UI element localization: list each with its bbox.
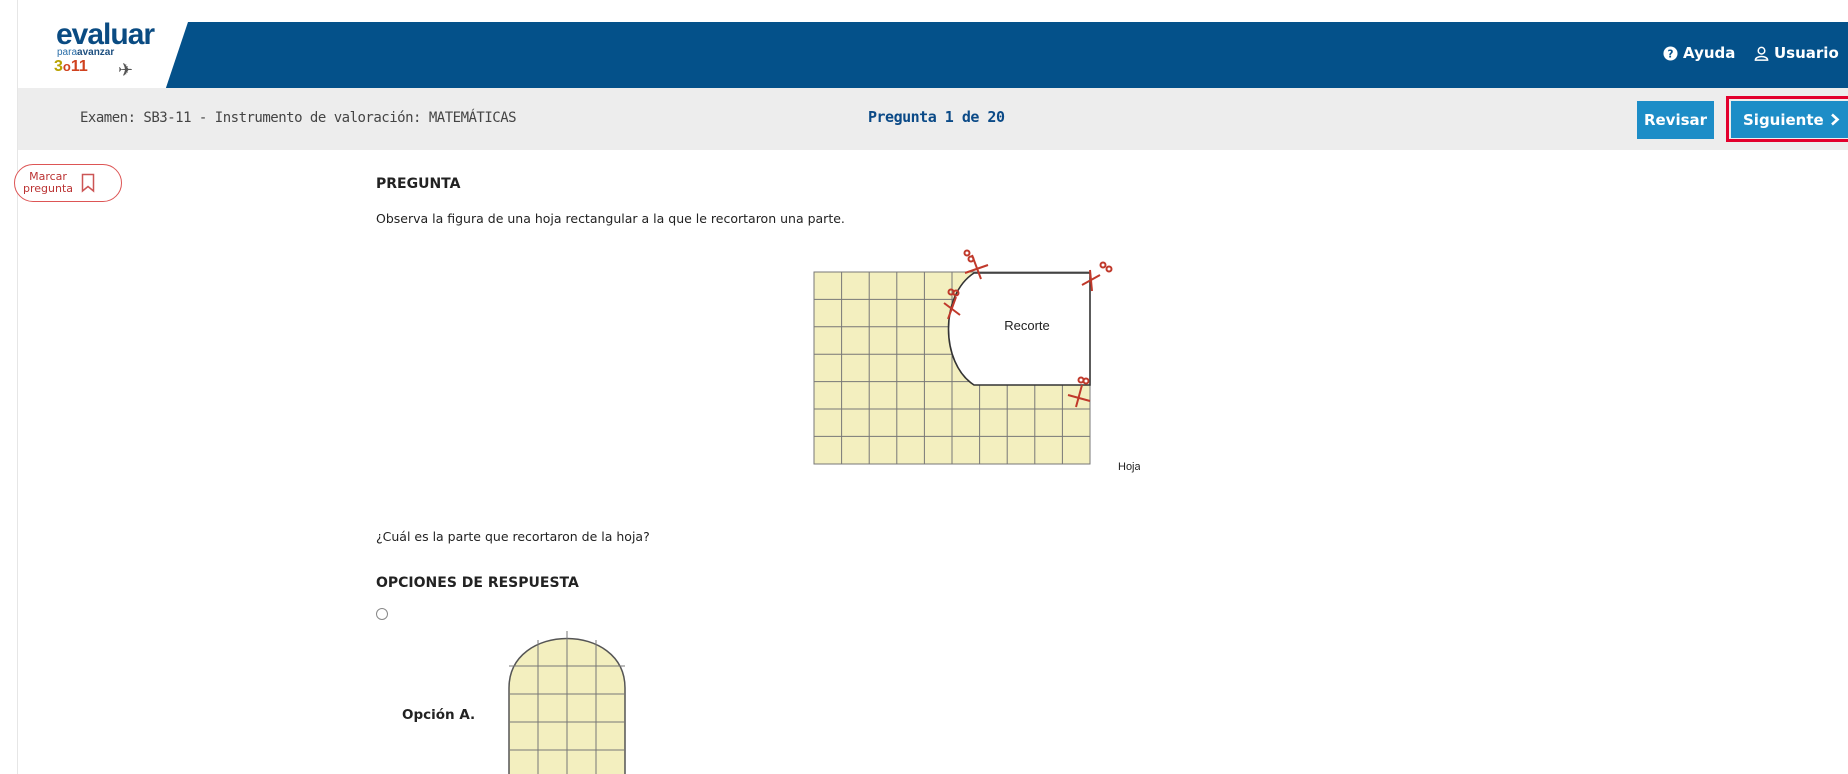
exam-title: Examen: SB3-11 - Instrumento de valoraci… [80,110,517,126]
paper-plane-icon: ✈ [118,60,134,81]
svg-text:?: ? [1668,48,1674,60]
logo-grade-end: 11 [70,58,88,75]
question-figure: Recorte Hoja [813,249,1140,473]
option-a-radio[interactable] [376,608,388,620]
help-label: Ayuda [1683,44,1736,62]
question-section-title: PREGUNTA [376,176,461,192]
logo-grade-start: 3 [54,58,63,75]
next-button[interactable]: Siguiente [1731,101,1848,138]
mark-question-label-line2: pregunta [23,182,74,195]
next-button-label: Siguiente [1743,110,1824,129]
sheet-label: Hoja [1118,461,1140,473]
bookmark-icon [81,173,95,193]
help-circle-icon: ? [1663,45,1678,61]
review-button[interactable]: Revisar [1637,101,1714,139]
mark-question-button[interactable]: Marcar pregunta [14,164,122,202]
question-statement: Observa la figura de una hoja rectangula… [376,211,845,226]
review-button-label: Revisar [1643,111,1708,129]
logo-tagline-para: para [57,47,78,58]
logo-tagline-avanzar: avanzar [77,47,115,58]
help-link[interactable]: ? Ayuda [1663,44,1735,62]
question-prompt: ¿Cuál es la parte que recortaron de la h… [376,529,650,544]
mark-question-label: Marcar pregunta [23,171,73,195]
answers-section-title: OPCIONES DE RESPUESTA [376,575,579,591]
chevron-right-icon [1830,113,1840,126]
logo-tagline: paraavanzar [57,48,114,58]
option-a-figure[interactable] [506,628,628,774]
option-a-label: Opción A. [402,707,476,723]
user-icon [1754,46,1769,61]
logo-grade-connector: o [62,59,71,74]
logo-grade-range: 3o11 [54,58,88,76]
cut-piece-label: Recorte [1004,318,1050,333]
top-header-bar [18,22,1848,88]
user-label: Usuario [1774,44,1839,62]
user-link[interactable]: Usuario [1754,44,1839,62]
question-progress: Pregunta 1 de 20 [868,108,1005,126]
logo-wordmark: evaluar [56,18,155,51]
